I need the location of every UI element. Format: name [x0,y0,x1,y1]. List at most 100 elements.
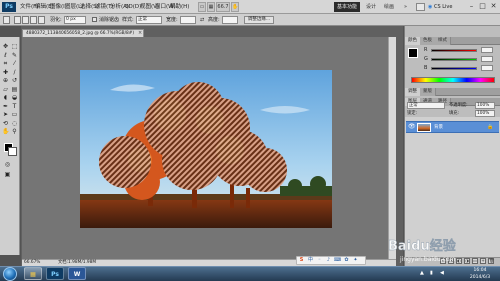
history-brush-icon[interactable]: ↺ [11,78,18,84]
eye-icon[interactable]: 👁 [408,124,416,130]
slider-r[interactable] [431,49,477,52]
ime-voice-icon[interactable]: ♪ [325,257,332,264]
background-color-swatch[interactable] [8,147,17,156]
ime-logo-icon[interactable]: S [298,257,305,264]
photoshop-logo: Ps [2,2,16,12]
taskbar-photoshop[interactable]: Ps [46,267,64,280]
taskbar-word[interactable]: W [68,267,86,280]
screen-mode-icon[interactable]: ▭ [198,2,206,12]
hand-icon[interactable]: ✋ [231,2,239,12]
color-spectrum-bar[interactable] [411,77,495,83]
quick-select-tool-icon[interactable]: ✎ [11,52,18,59]
blur-tool-icon[interactable]: ◖ [2,95,9,101]
slider-b-value[interactable] [481,65,493,71]
width-input[interactable] [180,16,196,24]
height-input[interactable] [222,16,238,24]
antialias-checkbox[interactable] [92,17,97,22]
new-selection-icon[interactable] [14,16,21,24]
style-select[interactable]: 正常 [136,16,162,24]
eyedropper-tool-icon[interactable]: ⁄ [11,61,18,67]
screen-mode-tool-icon[interactable]: ▣ [4,172,11,178]
arrange-icon[interactable]: ▦ [207,2,215,12]
panel-foreground-swatch[interactable] [408,48,418,58]
marquee-tool-icon[interactable]: ⬚ [11,44,18,50]
layer-thumbnail[interactable] [417,123,431,132]
style-label: 样式: [122,17,134,23]
ime-mode-icon[interactable]: 中 [307,257,314,264]
zoom-tool-icon[interactable]: ⚲ [11,129,18,135]
quick-mask-icon[interactable]: ◎ [4,162,11,168]
zoom-level-display[interactable]: 66.7 [216,2,230,12]
tray-network-icon[interactable]: ▮ [430,270,436,276]
workspace-switcher-button[interactable]: 基本功能 [334,2,360,12]
opacity-input[interactable]: 100% [475,102,495,109]
tray-volume-icon[interactable]: ◀ [440,270,446,276]
close-document-icon[interactable]: × [138,30,143,36]
document-tab[interactable]: 4880372_113840656058_2.jpg @ 66.7%(RGB/8… [22,29,144,37]
crop-tool-icon[interactable]: ⌗ [2,61,9,67]
baidu-jingyan-watermark: Baidu经验 jingyan.baidu.com [388,238,457,263]
brush-tool-icon[interactable]: ∕ [11,69,18,76]
dodge-tool-icon[interactable]: ◒ [11,95,18,101]
swap-icon[interactable]: ⇄ [200,15,204,25]
gradient-tool-icon[interactable]: ▤ [11,86,18,93]
marquee-tool-preset-icon[interactable] [3,16,10,24]
cs-live-button[interactable]: ◉ CS Live [428,2,462,12]
fill-input[interactable]: 100% [475,110,495,117]
menu-item[interactable]: 3D(D) [125,3,141,12]
taskbar-explorer-icon[interactable]: ▦ [24,267,42,280]
delete-layer-icon[interactable]: 🗑 [488,258,494,264]
tab-masks[interactable]: 蒙版 [420,88,436,96]
menu-item[interactable]: 帮助(H) [170,3,189,12]
ime-keyboard-icon[interactable]: ⌨ [334,257,341,264]
tab-styles[interactable]: 样式 [435,37,451,45]
maximize-button[interactable]: □ [477,1,488,12]
refine-edge-button[interactable]: 调整边缘... [244,16,274,24]
more-workspaces-icon[interactable]: » [404,3,407,12]
slider-r-value[interactable] [481,47,493,53]
slider-g[interactable] [431,58,477,61]
subtract-selection-icon[interactable] [30,16,37,24]
blend-mode-select[interactable]: 正常 [407,102,445,109]
close-button[interactable]: ✕ [488,1,499,12]
3d-orbit-icon[interactable]: ◌ [11,120,18,127]
tab-color[interactable]: 颜色 [405,37,421,45]
tray-clock-date[interactable]: 2014/6/3 [462,274,498,281]
vertical-scrollbar[interactable] [388,37,396,259]
status-zoom[interactable]: 66.67% [24,259,40,266]
tray-clock-time[interactable]: 16:04 [462,267,498,274]
workspace-design-link[interactable]: 设计 [366,3,376,12]
pen-tool-icon[interactable]: ✒ [2,103,9,110]
ime-punct-icon[interactable]: ◦ [316,257,323,264]
tab-swatches[interactable]: 色板 [420,37,436,45]
clone-tool-icon[interactable]: ⊕ [2,78,9,84]
shape-tool-icon[interactable]: ▭ [11,112,18,118]
status-doc-size: 文档:1.98M/1.98M [58,260,97,265]
workspace-paint-link[interactable]: 绘画 [384,3,394,12]
slider-g-value[interactable] [481,56,493,62]
minimize-button[interactable]: – [466,1,477,12]
ime-tools-icon[interactable]: ✦ [352,257,359,264]
canvas-image[interactable] [80,70,332,228]
layer-name[interactable]: 背景 [434,123,474,132]
slider-b[interactable] [431,67,477,70]
tab-adjustments[interactable]: 调整 [405,88,421,96]
height-label: 高度: [208,17,220,23]
healing-tool-icon[interactable]: ✚ [2,69,9,76]
lasso-tool-icon[interactable]: ℓ [2,52,9,59]
tray-arrow-icon[interactable]: ▲ [420,270,426,276]
search-icon[interactable] [416,3,425,11]
feather-label: 羽化: [50,17,62,23]
intersect-selection-icon[interactable] [38,16,45,24]
feather-input[interactable]: 0 px [64,16,86,24]
3d-rotate-icon[interactable]: ⟲ [2,120,9,127]
opacity-label: 不透明度: [449,103,468,108]
ime-skin-icon[interactable]: ✿ [343,257,350,264]
path-select-icon[interactable]: ➤ [2,112,9,118]
eraser-tool-icon[interactable]: ▱ [2,86,9,93]
move-tool-icon[interactable]: ✥ [2,44,9,50]
start-button[interactable] [3,267,17,281]
hand-tool-icon[interactable]: ✋ [2,129,9,135]
add-to-selection-icon[interactable] [22,16,29,24]
type-tool-icon[interactable]: T [11,103,18,110]
